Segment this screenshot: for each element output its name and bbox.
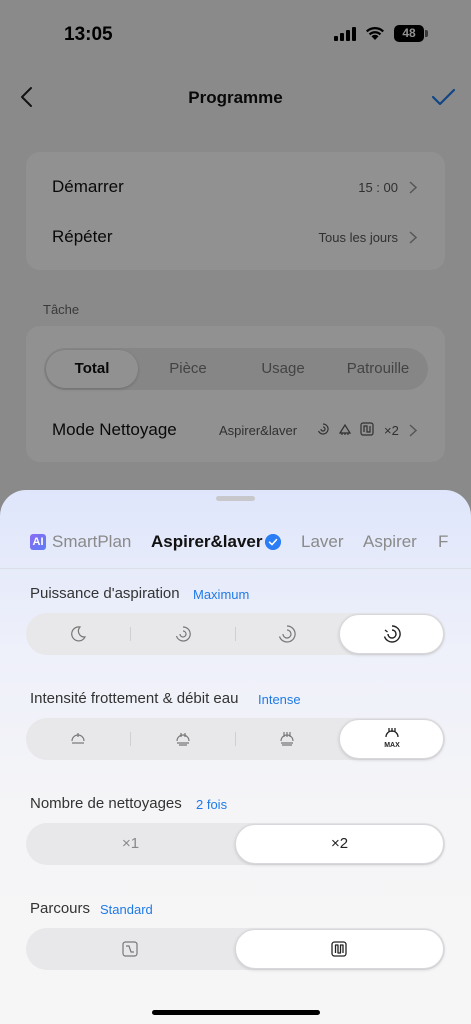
scrub-title: Intensité frottement & débit eau [30, 690, 239, 707]
max-water-label: MAX [384, 742, 400, 749]
scrub-value: Intense [258, 692, 301, 707]
passes-selector: ×1 ×2 [26, 823, 445, 865]
passes-title: Nombre de nettoyages [30, 795, 182, 812]
cleaning-mode-sheet: AI SmartPlan Aspirer&laver Laver Aspirer… [0, 490, 471, 1024]
tab-smartplan[interactable]: SmartPlan [52, 532, 131, 552]
standard-route-icon[interactable] [329, 939, 349, 959]
tab-partial[interactable]: F [438, 532, 448, 552]
tab-aspirer-laver[interactable]: Aspirer&laver [151, 532, 263, 552]
route-value: Standard [100, 902, 153, 917]
sheet-grabber[interactable] [216, 496, 255, 501]
ai-badge: AI [30, 534, 46, 550]
passes-value: 2 fois [196, 797, 228, 812]
home-indicator [152, 1010, 320, 1015]
tab-laver[interactable]: Laver [301, 532, 344, 552]
suction-selector [26, 613, 445, 655]
sheet-divider [0, 568, 471, 569]
tab-aspirer[interactable]: Aspirer [363, 532, 417, 552]
scrub-selector: MAX [26, 718, 445, 760]
passes-option-1[interactable]: ×1 [26, 823, 235, 865]
low-water-icon[interactable] [68, 729, 88, 749]
max-swirl-icon[interactable] [382, 624, 402, 644]
selected-check-icon [265, 534, 281, 550]
route-title: Parcours [30, 900, 91, 917]
quick-route-icon[interactable] [120, 939, 140, 959]
standard-swirl-icon[interactable] [173, 624, 193, 644]
medium-water-icon[interactable] [173, 729, 193, 749]
turbo-swirl-icon[interactable] [277, 624, 297, 644]
suction-value: Maximum [193, 587, 250, 602]
suction-title: Puissance d'aspiration [30, 585, 180, 602]
passes-option-2[interactable]: ×2 [235, 823, 444, 865]
high-water-icon[interactable] [277, 729, 297, 749]
route-selector [26, 928, 445, 970]
quiet-moon-icon[interactable] [68, 624, 88, 644]
